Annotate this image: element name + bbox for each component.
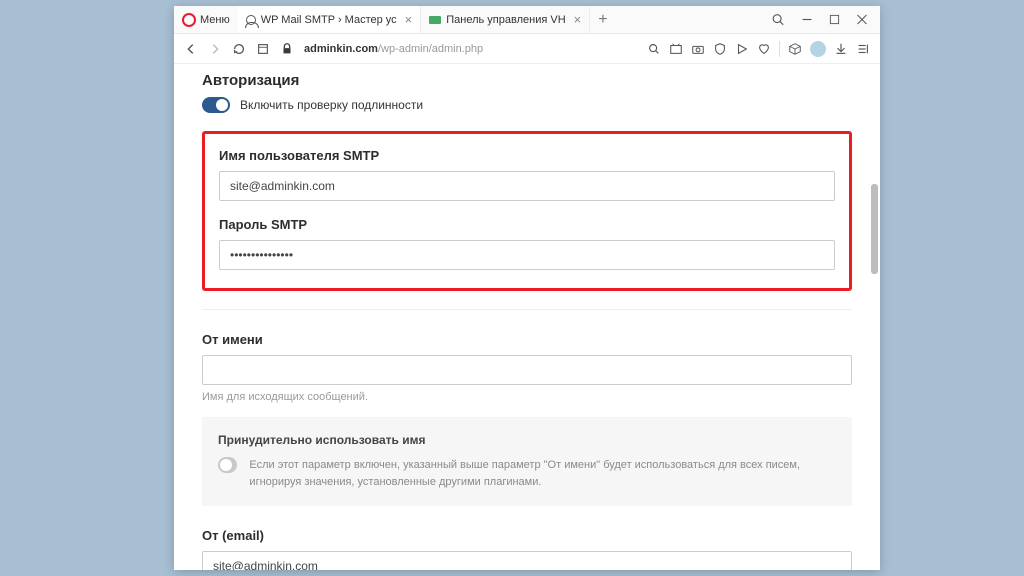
scrollbar[interactable] (871, 184, 878, 274)
close-window-icon[interactable] (856, 11, 868, 28)
opera-menu-label: Меню (200, 14, 230, 26)
smtp-user-label: Имя пользователя SMTP (219, 148, 835, 163)
search-icon[interactable] (771, 11, 785, 28)
force-name-box: Принудительно использовать имя Если этот… (202, 417, 852, 506)
search-icon[interactable] (647, 42, 661, 56)
url-path: /wp-admin/admin.php (378, 43, 483, 55)
forward-button[interactable] (208, 42, 222, 56)
auth-toggle[interactable] (202, 97, 230, 113)
heart-icon[interactable] (757, 42, 771, 56)
tab-wp-mail[interactable]: WP Mail SMTP › Мастер ус × (238, 6, 422, 33)
auth-toggle-label: Включить проверку подлинности (240, 98, 423, 112)
home-button[interactable] (256, 42, 270, 56)
smtp-user-input[interactable] (219, 171, 835, 201)
highlighted-box: Имя пользователя SMTP Пароль SMTP (202, 131, 852, 291)
force-name-text: Если этот параметр включен, указанный вы… (249, 457, 836, 490)
opera-menu-button[interactable]: Меню (174, 6, 238, 33)
from-name-help: Имя для исходящих сообщений. (202, 391, 852, 403)
window-controls (759, 11, 880, 28)
avatar-icon[interactable] (810, 41, 826, 57)
lock-icon (280, 42, 294, 56)
titlebar: Меню WP Mail SMTP › Мастер ус × Панель у… (174, 6, 880, 34)
new-tab-button[interactable]: + (590, 11, 615, 29)
from-name-label: От имени (202, 332, 852, 347)
screenshot-icon[interactable] (669, 42, 683, 56)
opera-icon (182, 13, 196, 27)
tab-title: Панель управления VH (446, 14, 565, 26)
cube-icon[interactable] (788, 42, 802, 56)
url-host: adminkin.com (304, 43, 378, 55)
shield-icon[interactable] (713, 42, 727, 56)
from-email-input[interactable] (202, 551, 852, 570)
divider (779, 41, 780, 57)
back-button[interactable] (184, 42, 198, 56)
toolbar-icons (647, 41, 870, 57)
force-name-title: Принудительно использовать имя (218, 433, 836, 447)
from-name-input[interactable] (202, 355, 852, 385)
camera-icon[interactable] (691, 42, 705, 56)
download-icon[interactable] (834, 42, 848, 56)
from-email-label: От (email) (202, 528, 852, 543)
smtp-pass-label: Пароль SMTP (219, 217, 835, 232)
divider (202, 309, 852, 310)
user-icon (246, 15, 256, 25)
smtp-pass-input[interactable] (219, 240, 835, 270)
menu-icon[interactable] (856, 42, 870, 56)
maximize-icon[interactable] (829, 11, 840, 28)
auth-title: Авторизация (202, 72, 852, 89)
play-icon[interactable] (735, 42, 749, 56)
tab-vh-panel[interactable]: Панель управления VH × (421, 6, 590, 33)
reload-button[interactable] (232, 42, 246, 56)
browser-window: Меню WP Mail SMTP › Мастер ус × Панель у… (174, 6, 880, 570)
force-name-toggle[interactable] (218, 457, 237, 473)
address-bar: adminkin.com/wp-admin/admin.php (174, 34, 880, 64)
minimize-icon[interactable] (801, 11, 813, 28)
tab-title: WP Mail SMTP › Мастер ус (261, 14, 397, 26)
close-icon[interactable]: × (574, 12, 582, 27)
close-icon[interactable]: × (405, 12, 413, 27)
url-display[interactable]: adminkin.com/wp-admin/admin.php (304, 43, 637, 55)
page-content: Авторизация Включить проверку подлинност… (174, 64, 880, 570)
mail-icon (429, 16, 441, 24)
